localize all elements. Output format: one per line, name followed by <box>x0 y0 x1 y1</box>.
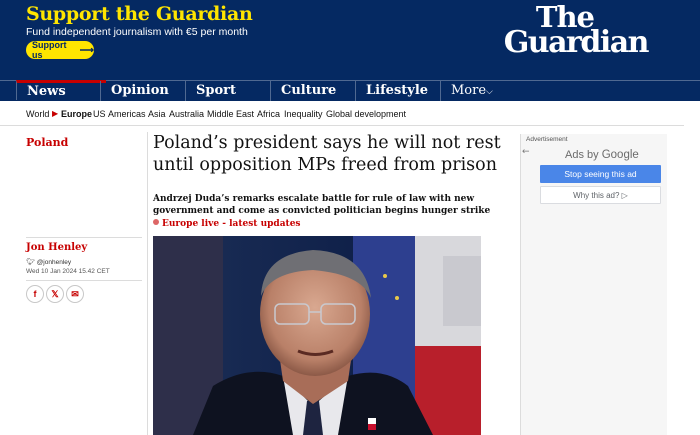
headline-line-1: Poland’s president says he will not rest <box>153 133 501 153</box>
article-standfirst: Andrzej Duda’s remarks escalate battle f… <box>153 193 493 217</box>
nav-news[interactable]: News <box>16 80 106 100</box>
europe-live-link[interactable]: Europe live - latest updates <box>153 219 301 229</box>
twitter-icon: 𝕏 <box>51 288 59 299</box>
google-wordmark: Google <box>601 149 639 161</box>
stop-seeing-ad-button[interactable]: Stop seeing this ad <box>540 165 661 183</box>
sub-nav: World ▶ Europe US Americas Asia Australi… <box>0 101 700 126</box>
triangle-right-icon: ▶ <box>52 109 59 118</box>
arrow-right-icon: ⟶ <box>79 44 94 56</box>
president-photo <box>153 236 481 435</box>
nav-opinion[interactable]: Opinion <box>100 81 188 101</box>
subnav-australia[interactable]: Australia <box>169 109 204 119</box>
share-facebook-button[interactable]: f <box>26 285 44 303</box>
publish-date: Wed 10 Jan 2024 15.42 CET <box>26 268 110 275</box>
article-main-image <box>153 236 481 435</box>
why-this-ad-button[interactable]: Why this ad? ▷ <box>540 186 661 204</box>
standfirst-line-2: government and come as convicted politic… <box>153 206 491 216</box>
nav-more-label: More <box>451 83 487 98</box>
share-email-button[interactable]: ✉ <box>66 285 84 303</box>
divider <box>26 237 142 238</box>
nav-news-label: News <box>27 84 66 99</box>
advertisement-label: Advertisement <box>526 136 568 143</box>
ads-by-label: Ads by <box>565 149 599 161</box>
subnav-europe[interactable]: Europe <box>61 109 92 119</box>
subnav-asia[interactable]: Asia <box>148 109 166 119</box>
twitter-handle[interactable]: 🐦︎ @jonhenley <box>26 258 71 266</box>
nav-opinion-label: Opinion <box>111 83 169 98</box>
adchoices-icon: ▷ <box>621 190 628 200</box>
guardian-logo[interactable]: The Guardian <box>503 3 650 60</box>
subnav-middle-east[interactable]: Middle East <box>207 109 254 119</box>
live-dot-icon <box>153 219 159 225</box>
subnav-inequality[interactable]: Inequality <box>284 109 323 119</box>
nav-sport[interactable]: Sport <box>185 81 270 101</box>
ads-by-google: Ads by Google <box>565 149 639 161</box>
stop-seeing-ad-label: Stop seeing this ad <box>564 169 637 179</box>
subnav-americas[interactable]: Americas <box>108 109 146 119</box>
subnav-us[interactable]: US <box>93 109 106 119</box>
nav-culture[interactable]: Culture <box>270 81 355 101</box>
back-arrow-icon[interactable]: ← <box>522 147 530 157</box>
page-right-margin <box>684 101 700 435</box>
why-this-ad-label: Why this ad? <box>573 190 620 200</box>
logo-guardian: Guardian <box>503 25 650 60</box>
support-subtitle: Fund independent journalism with €5 per … <box>26 26 248 38</box>
email-icon: ✉ <box>71 288 79 299</box>
article-headline: Poland’s president says he will not rest… <box>153 132 513 176</box>
support-title: Support the Guardian <box>26 3 253 25</box>
chevron-down-icon: ⌵ <box>486 87 493 97</box>
subnav-global-development[interactable]: Global development <box>326 109 406 119</box>
nav-culture-label: Culture <box>281 83 337 98</box>
main-nav: News Opinion Sport Culture Lifestyle Mor… <box>0 80 700 101</box>
divider <box>26 280 142 281</box>
live-link-label: Europe live - latest updates <box>162 219 301 229</box>
nav-lifestyle-label: Lifestyle <box>366 83 429 98</box>
standfirst-line-1: Andrzej Duda’s remarks escalate battle f… <box>153 194 475 204</box>
subnav-africa[interactable]: Africa <box>257 109 280 119</box>
twitter-bird-icon: 🐦︎ <box>26 259 35 266</box>
support-us-label: Support us <box>32 40 67 60</box>
twitter-handle-text: @jonhenley <box>36 259 72 266</box>
headline-line-2: until opposition MPs freed from prison <box>153 155 497 175</box>
column-divider <box>147 132 148 435</box>
author-name[interactable]: Jon Henley <box>26 242 87 253</box>
subnav-world[interactable]: World <box>26 109 49 119</box>
nav-sport-label: Sport <box>196 83 237 98</box>
nav-more[interactable]: More⌵ <box>440 81 520 101</box>
section-label[interactable]: Poland <box>26 136 68 149</box>
support-banner: Support the Guardian Fund independent jo… <box>0 0 700 80</box>
support-us-button[interactable]: Support us ⟶ <box>26 40 94 60</box>
facebook-icon: f <box>33 289 37 299</box>
nav-lifestyle[interactable]: Lifestyle <box>355 81 440 101</box>
share-twitter-button[interactable]: 𝕏 <box>46 285 64 303</box>
